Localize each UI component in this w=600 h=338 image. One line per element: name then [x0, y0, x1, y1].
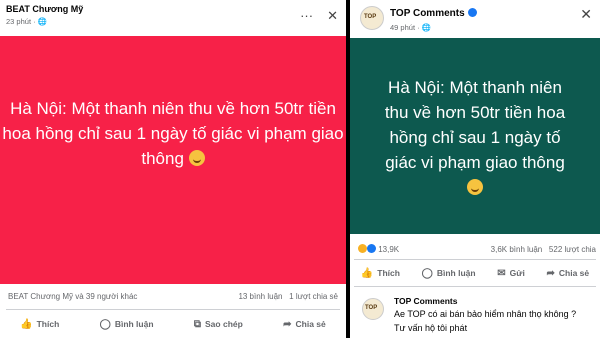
left-text-line: thông: [141, 149, 184, 168]
copy-button[interactable]: ⧉ Sao chép: [194, 314, 243, 334]
comment-avatar[interactable]: [362, 298, 384, 320]
left-counts[interactable]: 13 bình luận 1 lượt chia sẻ: [238, 292, 338, 308]
comment-icon: ◯: [99, 318, 111, 330]
screenshot-collage: BEAT Chương Mỹ 23 phút · 🌐 ··· ✕ Hà Nội:…: [0, 0, 600, 338]
top-comments-avatar[interactable]: [360, 6, 384, 30]
divider: [354, 259, 596, 260]
right-text-line: hồng chỉ sau 1 ngày tố: [389, 128, 561, 147]
reaction-count[interactable]: 13,9K: [378, 245, 399, 254]
comment-button[interactable]: ◯ Bình luận: [100, 314, 154, 334]
like-label: Thích: [377, 268, 400, 278]
left-post: BEAT Chương Mỹ 23 phút · 🌐 ··· ✕ Hà Nội:…: [0, 0, 346, 338]
thumbs-up-icon: 👍: [360, 267, 374, 279]
haha-reaction-icon: [358, 244, 367, 253]
right-text-line: giác vi phạm giao thông: [385, 153, 565, 172]
share-button[interactable]: ➦ Chia sẻ: [283, 314, 326, 334]
copy-icon: ⧉: [193, 318, 202, 330]
divider: [6, 309, 340, 310]
comment-line: Tư vấn hộ tôi phát: [394, 323, 468, 333]
close-icon[interactable]: ✕: [580, 6, 592, 23]
like-reaction-icon: [367, 244, 376, 253]
top-comment: TOP Comments Ae TOP có ai bán bảo hiểm n…: [358, 296, 600, 336]
share-label: Chia sẻ: [558, 268, 590, 278]
thumbs-up-icon: 👍: [20, 318, 33, 330]
left-reactions-summary[interactable]: BEAT Chương Mỹ và 39 người khác: [8, 292, 137, 308]
copy-label: Sao chép: [205, 319, 243, 329]
right-action-bar: 👍 Thích ◯ Bình luận ✉ Gửi ➦ Chia sẻ: [350, 264, 600, 282]
right-post-time[interactable]: 49 phút · 🌐: [390, 23, 431, 32]
send-label: Gửi: [509, 268, 525, 278]
smile-emoji-icon: [467, 179, 483, 195]
more-options-icon[interactable]: ···: [300, 8, 313, 24]
left-post-text: Hà Nội: Một thanh niên thu về hơn 50tr t…: [0, 96, 346, 171]
comment-text: Ae TOP có ai bán bảo hiểm nhân thọ không…: [394, 307, 576, 335]
right-post-header: TOP Comments 49 phút · 🌐 ✕: [350, 0, 600, 38]
right-author-name[interactable]: TOP Comments: [390, 8, 465, 19]
comment-label: Bình luận: [436, 268, 476, 278]
smile-emoji-icon: [188, 150, 205, 166]
messenger-icon: ✉: [497, 267, 506, 279]
right-post-stats: 13,9K 3,6K bình luận 522 lượt chia: [350, 242, 600, 256]
share-button[interactable]: ➦ Chia sẻ: [547, 264, 590, 282]
left-author-name[interactable]: BEAT Chương Mỹ: [6, 4, 340, 14]
left-post-time[interactable]: 23 phút · 🌐: [6, 17, 340, 26]
comments-count[interactable]: 3,6K bình luận: [491, 245, 543, 254]
left-post-header: BEAT Chương Mỹ 23 phút · 🌐 ··· ✕: [0, 0, 346, 36]
right-text-line: Hà Nội: Một thanh niên: [388, 78, 562, 97]
right-text-line: thu về hơn 50tr tiền hoa: [384, 103, 566, 122]
share-icon: ➦: [546, 267, 555, 279]
like-button[interactable]: 👍 Thích: [361, 264, 400, 282]
left-post-stats: BEAT Chương Mỹ và 39 người khác 13 bình …: [0, 292, 346, 308]
left-action-bar: 👍 Thích ◯ Bình luận ⧉ Sao chép ➦ Chia sẻ: [0, 314, 346, 334]
left-text-line: Hà Nội: Một thanh niên thu về hơn 50tr t…: [10, 99, 336, 118]
send-button[interactable]: ✉ Gửi: [497, 264, 525, 282]
comment-button[interactable]: ◯ Bình luận: [422, 264, 476, 282]
comment-line: Ae TOP có ai bán bảo hiểm nhân thọ không…: [394, 309, 577, 319]
share-icon: ➦: [283, 318, 292, 330]
comment-author[interactable]: TOP Comments: [394, 296, 457, 306]
left-text-line: hoa hồng chỉ sau 1 ngày tố giác vi phạm …: [2, 124, 344, 143]
right-post: TOP Comments 49 phút · 🌐 ✕ Hà Nội: Một t…: [350, 0, 600, 338]
shares-count[interactable]: 522 lượt chia: [549, 245, 596, 254]
like-label: Thích: [36, 319, 60, 329]
right-post-text: Hà Nội: Một thanh niên thu về hơn 50tr t…: [350, 75, 600, 200]
verified-badge-icon: [467, 8, 477, 17]
divider: [354, 286, 596, 287]
share-label: Chia sẻ: [295, 319, 326, 329]
close-icon[interactable]: ✕: [327, 8, 338, 24]
comment-label: Bình luận: [114, 319, 154, 329]
like-button[interactable]: 👍 Thích: [20, 314, 59, 334]
comment-icon: ◯: [421, 267, 433, 279]
